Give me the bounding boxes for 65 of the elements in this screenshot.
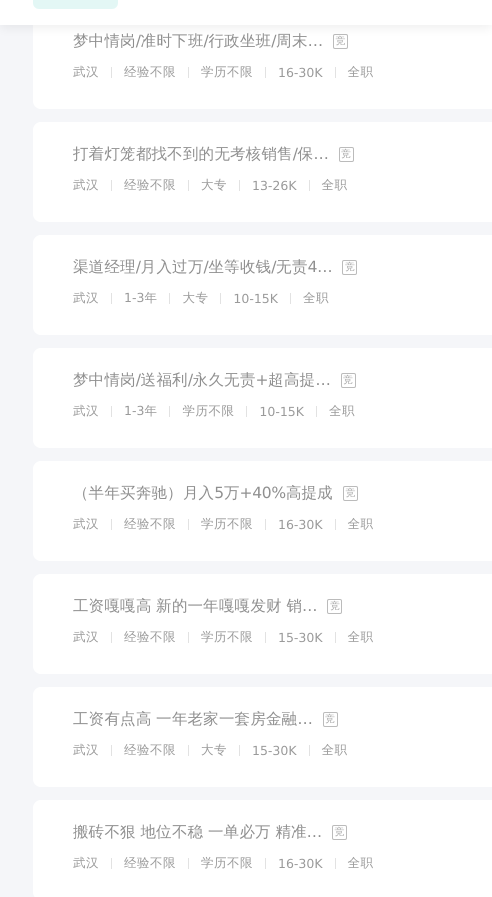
job-meta: 武汉 xyxy=(73,177,99,194)
job-meta: 武汉 xyxy=(73,290,99,307)
job-meta: 经验不限 xyxy=(124,177,176,194)
job-meta: 经验不限 xyxy=(124,64,176,81)
job-badge: 竞 xyxy=(342,260,358,275)
job-meta: 16-30K xyxy=(278,65,323,80)
job-meta: 15-30K xyxy=(252,743,297,758)
job-meta: 全职 xyxy=(348,64,374,81)
job-badge: 竞 xyxy=(327,599,342,614)
job-meta: 学历不限 xyxy=(182,403,234,420)
job-card[interactable]: 打着灯笼都找不到的无考核销售/保… 竞 武汉 经验不限 大专 13-26K 全职 xyxy=(33,122,492,222)
job-card[interactable]: 梦中情岗/送福利/永久无责+超高提… 竞 武汉 1-3年 学历不限 10-15K 全职 xyxy=(33,348,492,448)
job-meta: 1-3年 xyxy=(124,290,158,307)
job-badge: 竞 xyxy=(332,34,348,49)
job-title: 搬砖不狠 地位不稳 一单必万 精准… xyxy=(73,822,322,843)
job-meta: 大专 xyxy=(182,290,208,307)
job-meta: 武汉 xyxy=(73,403,99,420)
job-badge: 竞 xyxy=(342,486,358,501)
job-title: 梦中情岗/准时下班/行政坐班/周末… xyxy=(73,31,323,52)
job-meta: 全职 xyxy=(322,742,348,759)
job-meta: 武汉 xyxy=(73,516,99,533)
job-meta: 10-15K xyxy=(259,404,304,419)
job-card[interactable]: 搬砖不狠 地位不稳 一单必万 精准… 竞 武汉 经验不限 学历不限 16-30K 全职 xyxy=(33,800,492,897)
job-meta: 武汉 xyxy=(73,855,99,872)
job-card[interactable]: 渠道经理/月入过万/坐等收钱/无责4… 竞 武汉 1-3年 大专 10-15K 全职 xyxy=(33,235,492,335)
job-meta: 全职 xyxy=(302,290,329,307)
job-meta: 15-30K xyxy=(278,630,323,645)
job-card[interactable]: （半年买奔驰）月入5万+40%高提成 竞 武汉 经验不限 学历不限 16-30K 全职 xyxy=(33,461,492,561)
job-card[interactable]: 工资嘎嘎高 新的一年嘎嘎发财 销… 竞 武汉 经验不限 学历不限 15-30K 全职 xyxy=(33,574,492,674)
job-title: 梦中情岗/送福利/永久无责+超高提… xyxy=(73,370,331,391)
job-title: 渠道经理/月入过万/坐等收钱/无责4… xyxy=(73,257,332,278)
job-meta: 大专 xyxy=(201,177,227,194)
job-meta: 学历不限 xyxy=(201,855,253,872)
job-meta: 16-30K xyxy=(278,856,323,871)
job-badge: 竞 xyxy=(332,825,347,840)
job-meta: 武汉 xyxy=(73,64,99,81)
job-title: 打着灯笼都找不到的无考核销售/保… xyxy=(73,144,329,165)
job-meta: 大专 xyxy=(201,742,227,759)
job-meta: 学历不限 xyxy=(201,516,253,533)
job-title: （半年买奔驰）月入5万+40%高提成 xyxy=(73,483,333,504)
job-badge: 竞 xyxy=(340,373,356,388)
job-card[interactable]: 工资有点高 一年老家一套房金融… 竞 武汉 经验不限 大专 15-30K 全职 xyxy=(33,687,492,787)
job-meta: 全职 xyxy=(348,516,374,533)
job-meta: 学历不限 xyxy=(201,629,253,646)
job-meta: 16-30K xyxy=(278,517,323,532)
job-meta: 学历不限 xyxy=(201,64,253,81)
job-meta: 10-15K xyxy=(233,291,278,306)
job-meta: 13-26K xyxy=(252,178,297,193)
job-badge: 竞 xyxy=(338,147,354,162)
job-meta: 经验不限 xyxy=(124,629,176,646)
job-meta: 经验不限 xyxy=(124,742,176,759)
job-badge: 竞 xyxy=(322,712,338,727)
active-tab[interactable] xyxy=(33,0,118,9)
job-meta: 武汉 xyxy=(73,742,99,759)
job-card[interactable]: 梦中情岗/准时下班/行政坐班/周末… 竞 武汉 经验不限 学历不限 16-30K 全职 xyxy=(33,25,492,109)
job-meta: 1-3年 xyxy=(124,403,158,420)
job-meta: 经验不限 xyxy=(124,516,176,533)
job-meta: 武汉 xyxy=(73,629,99,646)
job-meta: 全职 xyxy=(348,629,374,646)
job-meta: 全职 xyxy=(328,403,355,420)
job-meta: 全职 xyxy=(348,855,374,872)
job-meta: 经验不限 xyxy=(124,855,176,872)
job-title: 工资嘎嘎高 新的一年嘎嘎发财 销… xyxy=(73,596,318,617)
job-meta: 全职 xyxy=(322,177,348,194)
job-title: 工资有点高 一年老家一套房金融… xyxy=(73,709,313,730)
